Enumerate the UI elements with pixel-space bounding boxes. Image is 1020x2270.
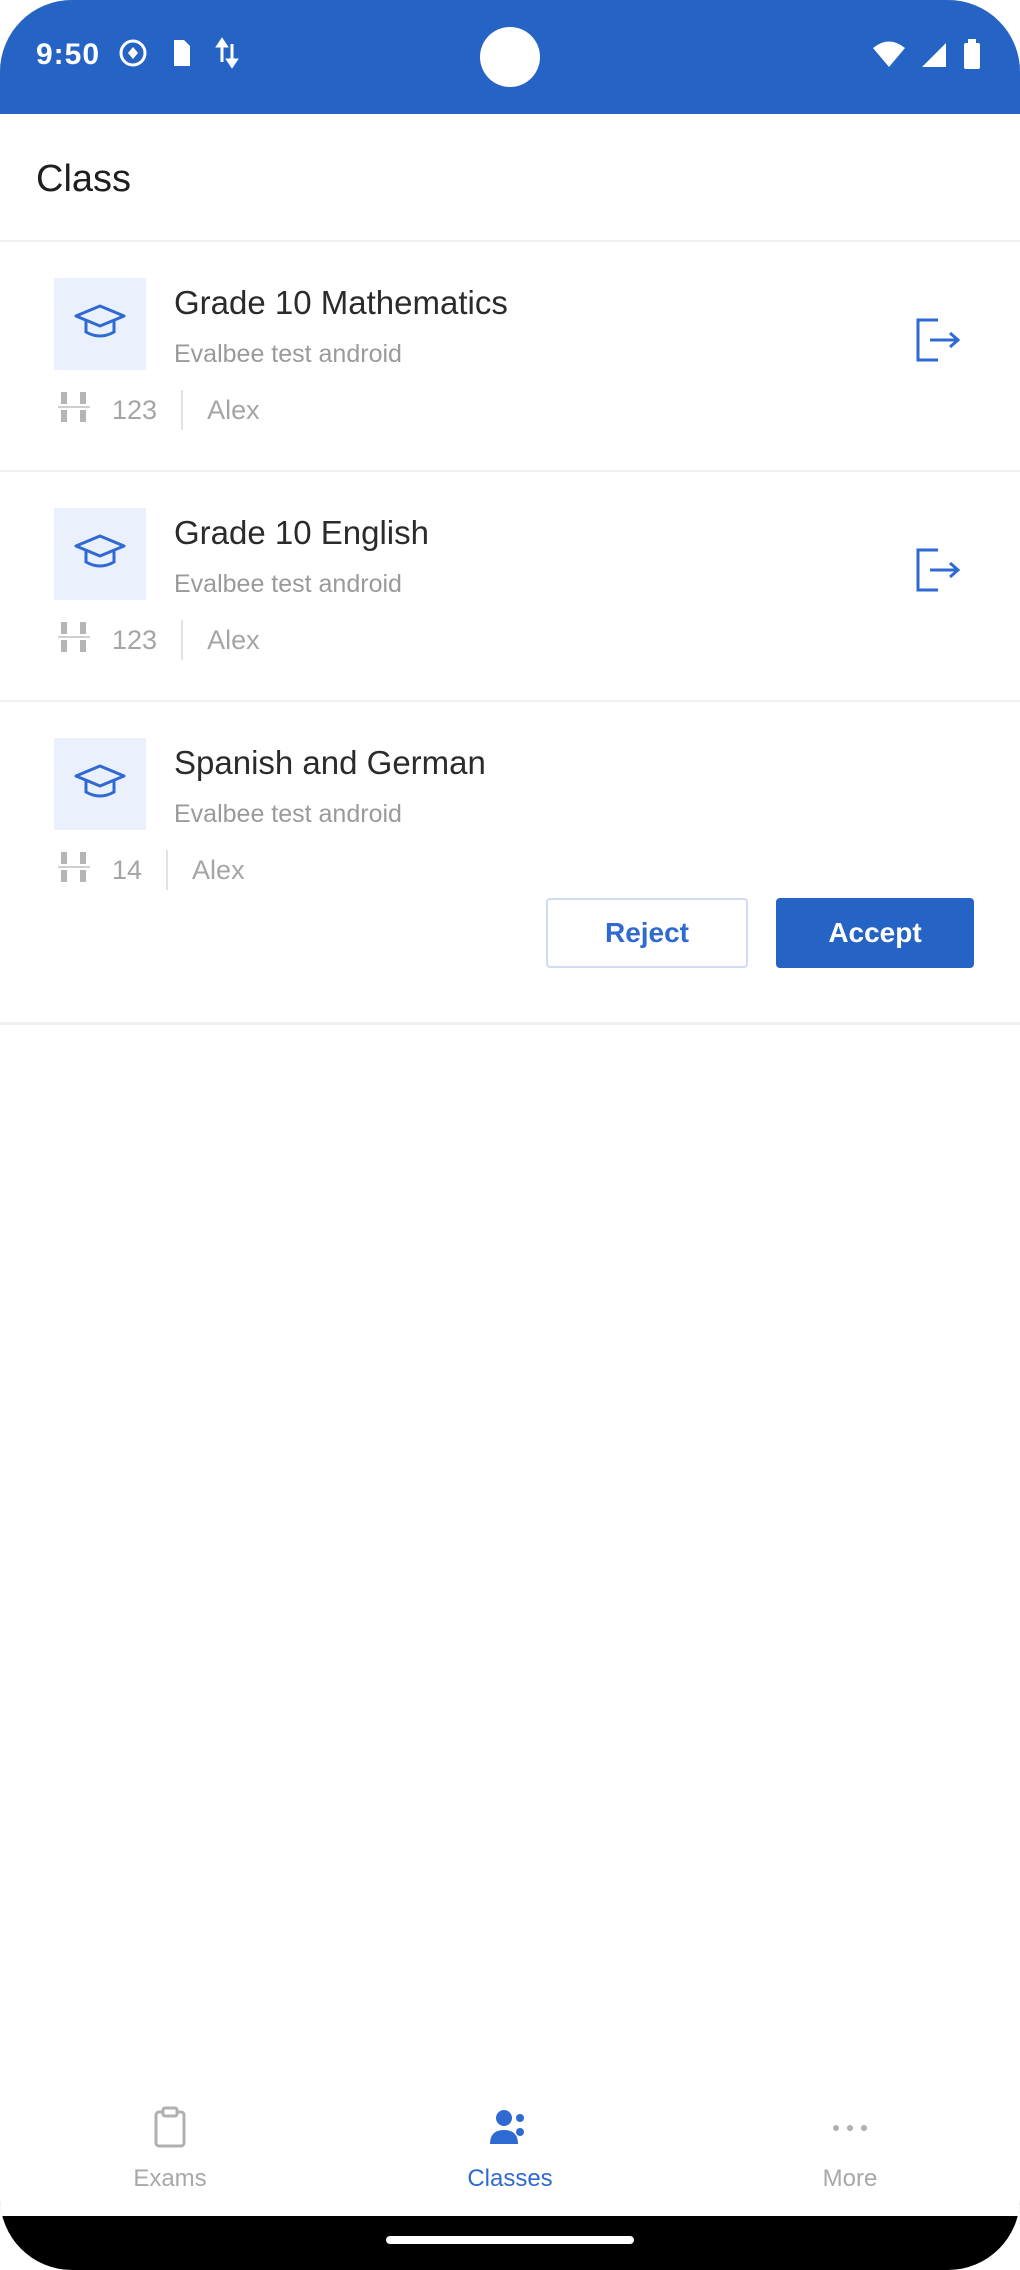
nav-label: Exams <box>133 2165 207 2192</box>
more-dots-icon <box>828 2106 872 2155</box>
class-card[interactable]: Grade 10 English Evalbee test android 12… <box>0 472 1020 703</box>
class-invite-card: Spanish and German Evalbee test android … <box>0 702 1020 1025</box>
status-bar: 9:50 <box>0 0 1020 114</box>
class-subtitle: Evalbee test android <box>174 340 402 368</box>
status-left-icons <box>118 36 244 75</box>
exit-icon <box>912 316 964 369</box>
class-subtitle: Evalbee test android <box>174 570 402 598</box>
class-icon-container <box>54 738 146 830</box>
nav-item-classes[interactable]: Classes <box>410 2106 610 2206</box>
device-frame: 9:50 Class Grade 10 Mathematics Evalbee … <box>0 0 1020 2270</box>
wifi-icon <box>872 39 906 74</box>
class-meta: 14 Alex <box>58 850 245 890</box>
meta-divider <box>181 620 184 660</box>
leave-class-button[interactable] <box>910 544 966 600</box>
teacher-name: Alex <box>207 624 260 655</box>
graduation-cap-icon <box>74 762 126 807</box>
meta-divider <box>166 850 169 890</box>
graduation-cap-icon <box>74 532 126 577</box>
vpn-icon <box>118 36 148 75</box>
class-name: Grade 10 English <box>174 514 429 551</box>
class-meta: 123 Alex <box>58 390 260 430</box>
clipboard-icon <box>150 2106 190 2155</box>
reject-button[interactable]: Reject <box>546 898 748 968</box>
nav-item-exams[interactable]: Exams <box>70 2106 270 2206</box>
class-icon-container <box>54 278 146 370</box>
student-count: 14 <box>112 854 143 885</box>
sim-icon <box>170 36 192 75</box>
meta-divider <box>181 390 184 430</box>
data-icon <box>214 36 244 75</box>
teacher-name: Alex <box>192 854 245 885</box>
class-meta: 123 Alex <box>58 620 260 660</box>
exit-icon <box>912 546 964 599</box>
battery-icon <box>962 38 982 75</box>
students-count-icon <box>58 849 90 892</box>
class-icon-container <box>54 508 146 600</box>
accept-button[interactable]: Accept <box>776 898 974 968</box>
status-time: 9:50 <box>36 38 101 71</box>
nav-item-more[interactable]: More <box>750 2106 950 2206</box>
app-screen: 9:50 Class Grade 10 Mathematics Evalbee … <box>0 0 1020 2216</box>
home-indicator <box>386 2236 634 2244</box>
students-count-icon <box>58 619 90 662</box>
graduation-cap-icon <box>74 302 126 347</box>
class-card[interactable]: Grade 10 Mathematics Evalbee test androi… <box>0 242 1020 473</box>
people-icon <box>488 2106 532 2155</box>
class-name: Spanish and German <box>174 744 486 781</box>
status-right-icons <box>872 38 982 75</box>
nav-label: More <box>822 2165 878 2192</box>
student-count: 123 <box>112 394 158 425</box>
nav-label: Classes <box>467 2165 553 2192</box>
class-name: Grade 10 Mathematics <box>174 284 508 321</box>
student-count: 123 <box>112 624 158 655</box>
students-count-icon <box>58 389 90 432</box>
camera-cutout <box>480 27 540 87</box>
bottom-navigation: Exams Classes More <box>0 2086 1020 2216</box>
teacher-name: Alex <box>207 394 260 425</box>
leave-class-button[interactable] <box>910 314 966 370</box>
page-title: Class <box>36 158 132 200</box>
app-header: Class <box>0 114 1020 242</box>
class-subtitle: Evalbee test android <box>174 800 402 828</box>
signal-icon <box>920 39 948 74</box>
